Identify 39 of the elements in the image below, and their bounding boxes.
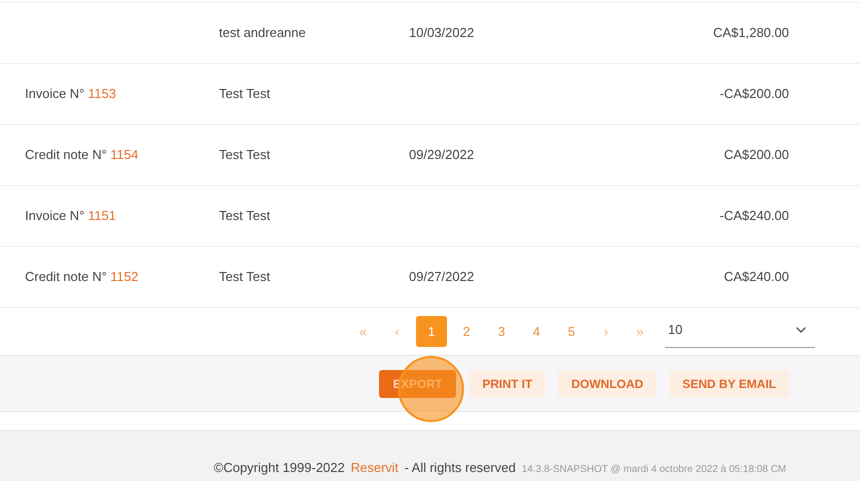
amount-cell: CA$240.00 <box>724 269 789 284</box>
next-page-button[interactable]: › <box>589 316 623 346</box>
version-text: 14.3.8-SNAPSHOT @ mardi 4 octobre 2022 à 05:18:08 CM <box>522 463 786 477</box>
document-cell: Credit note N° 1154 <box>25 147 138 162</box>
document-cell: Credit note N° 1152 <box>25 269 138 284</box>
document-link[interactable]: 1152 <box>110 269 138 284</box>
client-cell: test andreanne <box>219 25 306 40</box>
rights-text: - All rights reserved <box>404 458 516 477</box>
page-size-select[interactable]: 10 <box>665 316 815 348</box>
page-button[interactable]: 4 <box>521 316 552 347</box>
page-button[interactable]: 1 <box>416 316 447 347</box>
amount-cell: CA$1,280.00 <box>713 25 789 40</box>
action-button[interactable]: SEND BY EMAIL <box>669 370 790 398</box>
document-link[interactable]: 1154 <box>110 147 138 162</box>
date-cell: 10/03/2022 <box>409 25 474 40</box>
action-button[interactable]: PRINT IT <box>469 370 546 398</box>
amount-cell: -CA$240.00 <box>720 208 789 224</box>
document-cell: Invoice N° 1153 <box>25 86 116 102</box>
page-button[interactable]: 3 <box>486 316 517 347</box>
client-cell: Test Test <box>219 269 270 284</box>
date-cell: 09/29/2022 <box>409 147 474 162</box>
brand-link[interactable]: Reservit <box>350 458 398 477</box>
page-button[interactable]: 2 <box>451 316 482 347</box>
previous-page-button[interactable]: ‹ <box>380 316 414 346</box>
action-button[interactable]: EXPORT <box>379 370 456 398</box>
copyright-text: ©Copyright 1999-2022 <box>214 458 345 477</box>
document-link[interactable]: 1153 <box>88 86 116 102</box>
first-page-button[interactable]: « <box>346 316 380 346</box>
page-button[interactable]: 5 <box>556 316 587 347</box>
document-link[interactable]: 1151 <box>88 208 116 224</box>
client-cell: Test Test <box>219 86 270 102</box>
date-cell: 09/27/2022 <box>409 269 474 284</box>
client-cell: Test Test <box>219 208 270 224</box>
client-cell: Test Test <box>219 147 270 162</box>
amount-cell: -CA$200.00 <box>720 86 789 102</box>
document-cell: Invoice N° 1151 <box>25 208 116 224</box>
amount-cell: CA$200.00 <box>724 147 789 162</box>
action-button[interactable]: DOWNLOAD <box>558 370 656 398</box>
last-page-button[interactable]: » <box>623 316 657 346</box>
